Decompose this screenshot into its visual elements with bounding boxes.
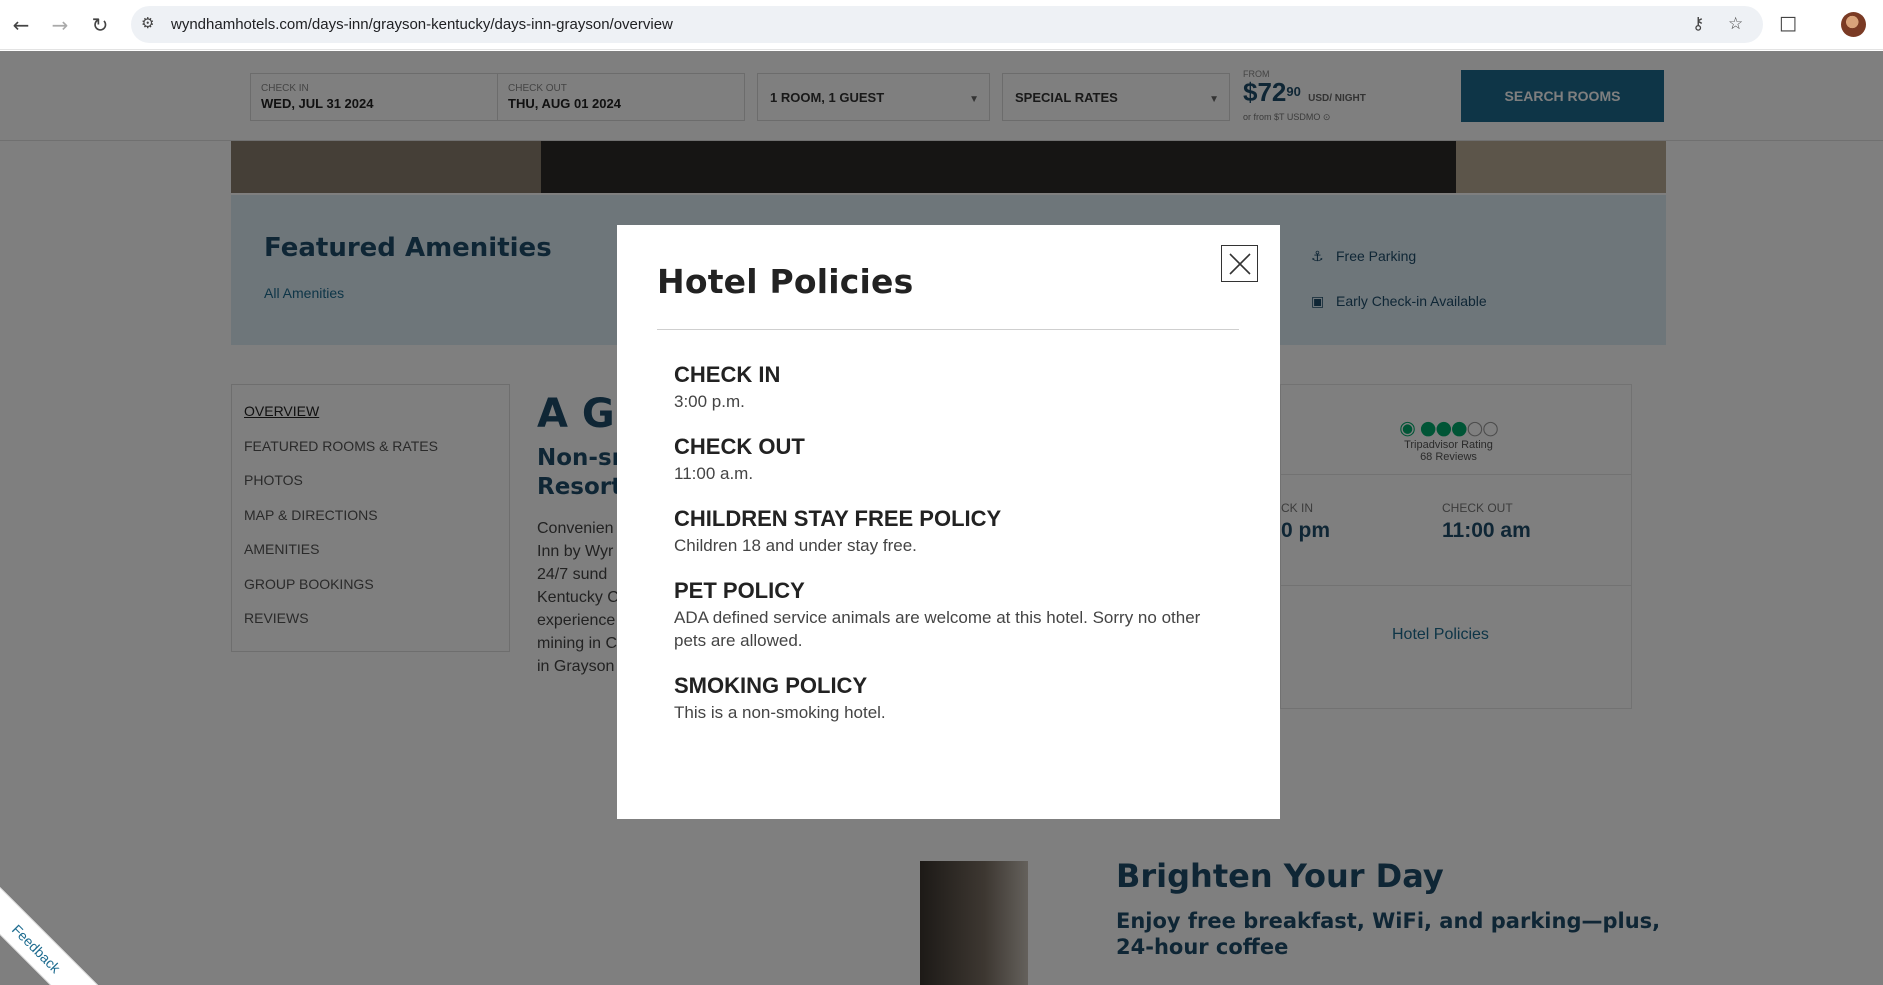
policy-text: 3:00 p.m.: [674, 392, 745, 411]
browser-toolbar: ← → ↻ ⚙ wyndhamhotels.com/days-inn/grays…: [0, 0, 1883, 50]
site-settings-icon[interactable]: ⚙: [141, 14, 161, 34]
policy-title: CHILDREN STAY FREE POLICY: [674, 506, 1002, 531]
policy-pet: PET POLICY ADA defined service animals a…: [674, 579, 1234, 652]
policy-check-out: CHECK OUT 11:00 a.m.: [674, 435, 1234, 485]
policy-title: PET POLICY: [674, 578, 805, 603]
policy-children: CHILDREN STAY FREE POLICY Children 18 an…: [674, 507, 1234, 557]
modal-title: Hotel Policies: [657, 262, 914, 301]
policies-list: CHECK IN 3:00 p.m. CHECK OUT 11:00 a.m. …: [674, 363, 1234, 746]
hotel-policies-modal: Hotel Policies CHECK IN 3:00 p.m. CHECK …: [617, 225, 1280, 819]
policy-text: 11:00 a.m.: [674, 464, 754, 483]
close-icon: [1228, 252, 1251, 275]
profile-avatar[interactable]: [1841, 12, 1866, 37]
policy-title: SMOKING POLICY: [674, 673, 868, 698]
back-arrow-icon[interactable]: ←: [7, 11, 35, 39]
password-key-icon[interactable]: ⚷: [1692, 14, 1704, 34]
forward-arrow-icon[interactable]: →: [46, 11, 74, 39]
address-bar[interactable]: ⚙ wyndhamhotels.com/days-inn/grayson-ken…: [131, 6, 1763, 43]
policy-check-in: CHECK IN 3:00 p.m.: [674, 363, 1234, 413]
bookmark-star-icon[interactable]: ☆: [1728, 14, 1743, 34]
close-button[interactable]: [1221, 245, 1258, 282]
modal-divider: [657, 329, 1239, 330]
policy-text: ADA defined service animals are welcome …: [674, 608, 1201, 650]
policy-text: Children 18 and under stay free.: [674, 536, 917, 555]
policy-text: This is a non-smoking hotel.: [674, 703, 886, 722]
policy-title: CHECK OUT: [674, 434, 805, 459]
url-text[interactable]: wyndhamhotels.com/days-inn/grayson-kentu…: [171, 16, 673, 33]
policy-smoking: SMOKING POLICY This is a non-smoking hot…: [674, 674, 1234, 724]
reload-icon[interactable]: ↻: [86, 11, 114, 39]
extensions-puzzle-icon[interactable]: □: [1779, 12, 1797, 34]
policy-title: CHECK IN: [674, 362, 781, 387]
